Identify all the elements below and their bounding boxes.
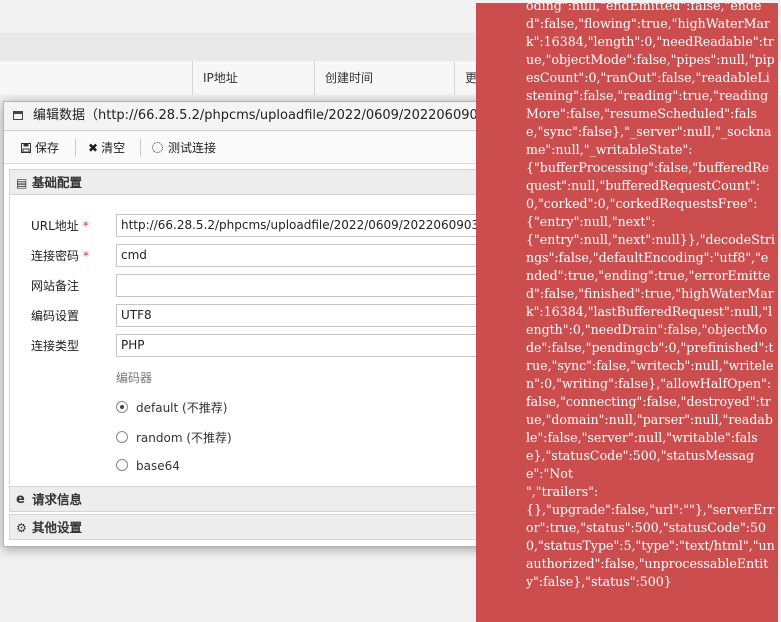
url-label: URL地址 * — [31, 219, 89, 233]
required-mark: * — [83, 249, 90, 263]
encoder-option-default[interactable]: default (不推荐) — [116, 399, 227, 416]
encoder-option-label: default (不推荐) — [136, 401, 228, 415]
password-label: 连接密码 * — [31, 249, 90, 263]
encoding-label: 编码设置 — [31, 309, 80, 323]
encoder-option-label: random (不推荐) — [136, 431, 232, 445]
url-input[interactable]: http://66.28.5.2/phpcms/uploadfile/2022/… — [116, 214, 514, 237]
radio-icon[interactable] — [116, 431, 128, 443]
toolbar-divider — [140, 139, 141, 156]
password-input[interactable]: cmd — [116, 244, 514, 267]
save-button[interactable]: 保存 — [21, 131, 59, 163]
radio-icon[interactable] — [116, 459, 128, 471]
toolbar-divider — [75, 139, 76, 156]
list-icon: ▤ — [16, 176, 28, 190]
gear-icon: ⚙ — [16, 521, 27, 535]
test-connection-label: 测试连接 — [168, 141, 217, 155]
encoding-select[interactable]: UTF8 ▼ — [116, 304, 514, 327]
save-icon — [21, 143, 31, 153]
encoder-option-label: base64 — [136, 459, 180, 473]
section-request-title: 请求信息 — [32, 492, 83, 507]
note-label: 网站备注 — [31, 279, 80, 293]
spinner-icon — [152, 142, 163, 153]
column-header-ip[interactable]: IP地址 — [192, 61, 314, 95]
error-message: oding":null,"endEmitted":false,"ended":f… — [526, 3, 775, 589]
encoding-value: UTF8 — [121, 308, 152, 322]
error-notification[interactable]: oding":null,"endEmitted":false,"ended":f… — [476, 3, 778, 622]
required-mark: * — [82, 219, 89, 233]
dialog-title: 编辑数据（http://66.28.5.2/phpcms/uploadfile/… — [33, 108, 491, 123]
encoder-label: 编码器 — [116, 371, 153, 385]
note-input[interactable] — [116, 274, 514, 297]
clear-label: 清空 — [101, 141, 126, 155]
column-header-created[interactable]: 创建时间 — [314, 61, 454, 95]
save-label: 保存 — [35, 141, 60, 155]
window-icon — [13, 111, 23, 120]
type-label: 连接类型 — [31, 339, 80, 353]
close-icon: ✖ — [88, 141, 99, 155]
type-value: PHP — [121, 338, 145, 352]
radio-selected-icon[interactable] — [116, 401, 128, 413]
test-connection-button[interactable]: 测试连接 — [152, 131, 216, 163]
clear-button[interactable]: ✖ 清空 — [88, 131, 125, 163]
type-select[interactable]: PHP ▼ — [116, 334, 514, 357]
section-other-title: 其他设置 — [32, 520, 83, 535]
encoder-option-base64[interactable]: base64 — [116, 459, 180, 473]
section-basic-title: 基础配置 — [32, 175, 83, 190]
encoder-option-random[interactable]: random (不推荐) — [116, 429, 232, 446]
ie-icon: e — [16, 492, 25, 507]
